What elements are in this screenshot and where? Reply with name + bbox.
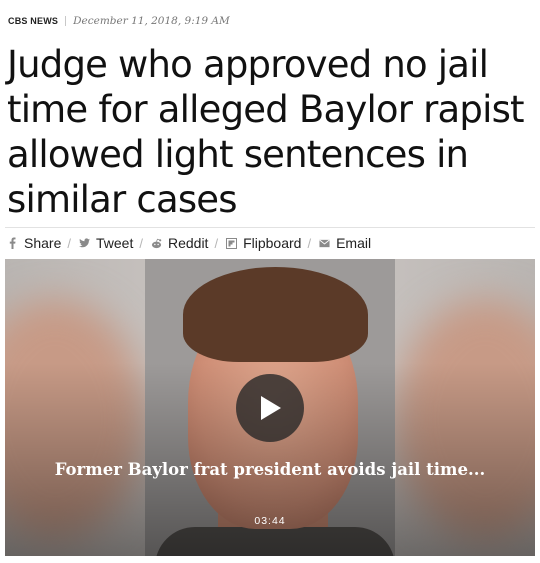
share-flipboard-button[interactable]: Flipboard: [224, 235, 301, 251]
play-button[interactable]: [236, 374, 304, 442]
share-separator: /: [139, 235, 143, 251]
byline-divider: [65, 16, 67, 26]
share-bar: Share / Tweet / Reddit / Flipboard / Ema…: [5, 227, 535, 258]
headline: Judge who approved no jail time for alle…: [7, 43, 525, 221]
video-duration: 03:44: [254, 515, 286, 527]
tweet-label: Tweet: [95, 235, 134, 251]
source-label: CBS NEWS: [8, 16, 59, 26]
share-label: Share: [24, 235, 62, 251]
video-player[interactable]: Former Baylor frat president avoids jail…: [5, 259, 535, 556]
flipboard-label: Flipboard: [243, 235, 302, 251]
share-separator: /: [67, 235, 71, 251]
email-label: Email: [336, 235, 372, 251]
twitter-icon: [78, 237, 90, 249]
publish-date: December 11, 2018, 9:19 AM: [73, 15, 230, 27]
byline: CBS NEWS December 11, 2018, 9:19 AM: [8, 14, 230, 28]
share-facebook-button[interactable]: Share: [5, 235, 61, 251]
play-icon: [261, 396, 281, 420]
reddit-label: Reddit: [167, 235, 209, 251]
video-title: Former Baylor frat president avoids jail…: [54, 460, 486, 479]
share-separator: /: [214, 235, 219, 251]
share-reddit-button[interactable]: Reddit: [149, 235, 208, 251]
email-icon: [319, 237, 330, 249]
share-separator: /: [307, 235, 312, 251]
reddit-icon: [151, 237, 162, 249]
facebook-icon: [7, 237, 18, 249]
share-email-button[interactable]: Email: [317, 235, 371, 251]
flipboard-icon: [226, 237, 238, 249]
share-twitter-button[interactable]: Tweet: [77, 235, 133, 251]
